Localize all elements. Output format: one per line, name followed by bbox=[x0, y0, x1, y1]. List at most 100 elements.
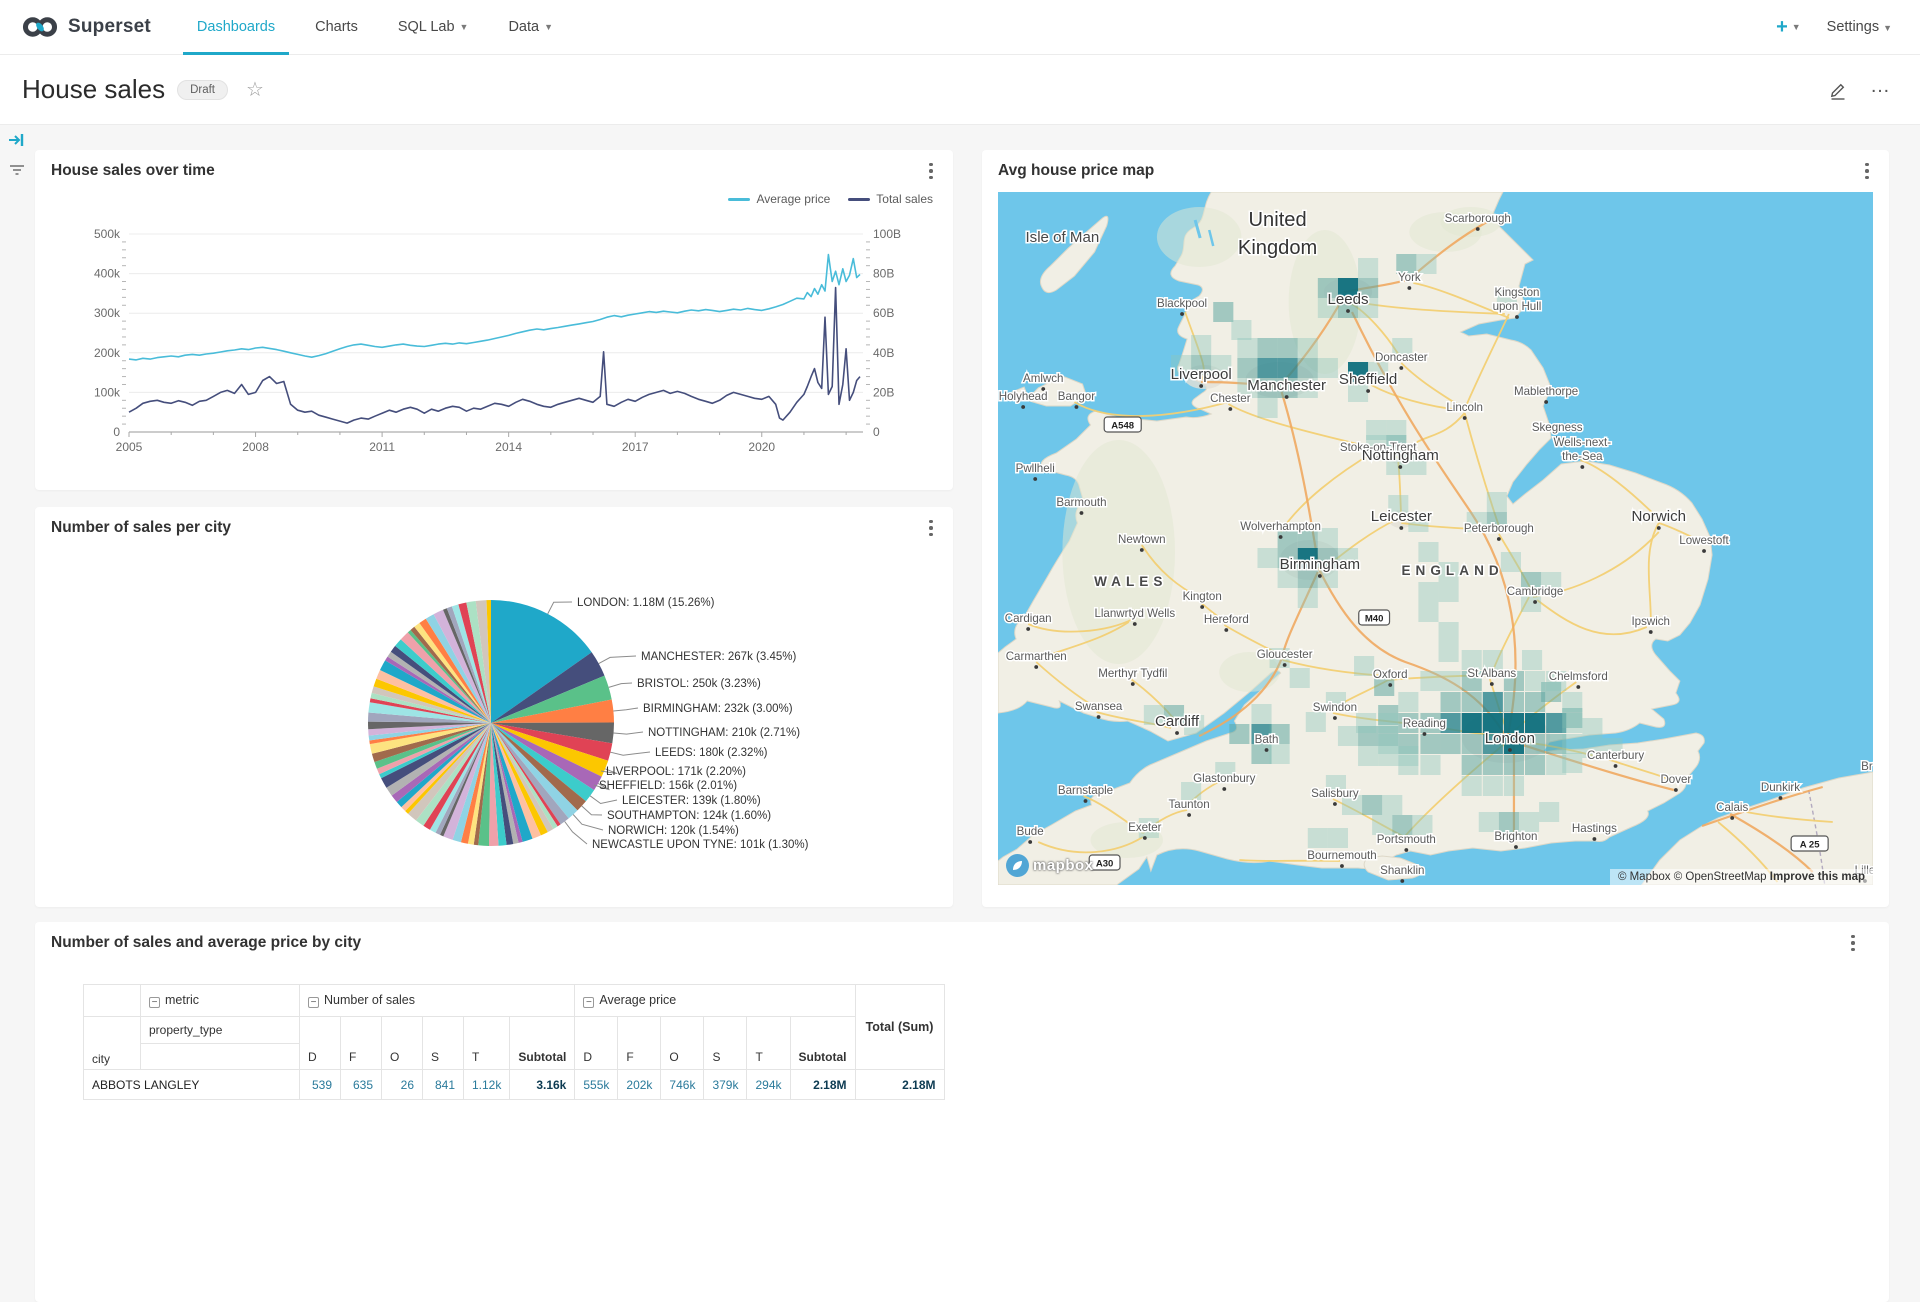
group-header-number-of-sales[interactable]: −Number of sales bbox=[300, 985, 575, 1017]
heat-cell[interactable] bbox=[1412, 815, 1432, 835]
heat-cell[interactable] bbox=[1378, 746, 1398, 766]
heat-cell[interactable] bbox=[1278, 358, 1298, 378]
expand-filters-icon[interactable] bbox=[0, 125, 34, 155]
heat-cell[interactable] bbox=[1462, 713, 1482, 733]
nav-item-charts[interactable]: Charts bbox=[295, 0, 378, 55]
improve-map-link[interactable]: Improve this map bbox=[1770, 871, 1865, 883]
nav-item-data[interactable]: Data▼ bbox=[488, 0, 573, 55]
heat-cell[interactable] bbox=[1483, 755, 1503, 775]
heat-cell[interactable] bbox=[1308, 828, 1328, 848]
pivot-table[interactable]: −metric−Number of sales−Average priceTot… bbox=[83, 984, 945, 1100]
heat-cell[interactable] bbox=[1257, 358, 1277, 378]
heat-cell[interactable] bbox=[1237, 338, 1257, 358]
series-total-sales[interactable] bbox=[129, 288, 860, 424]
heat-cell[interactable] bbox=[1501, 552, 1521, 572]
heat-cell[interactable] bbox=[1479, 812, 1499, 832]
heat-cell[interactable] bbox=[1382, 795, 1402, 815]
heat-cell[interactable] bbox=[1251, 704, 1271, 724]
heat-cell[interactable] bbox=[1231, 320, 1251, 340]
heat-cell[interactable] bbox=[1257, 398, 1277, 418]
heat-cell[interactable] bbox=[1213, 302, 1233, 322]
heat-cell[interactable] bbox=[1504, 692, 1524, 712]
heat-cell[interactable] bbox=[1392, 815, 1412, 835]
heat-cell[interactable] bbox=[1298, 358, 1318, 378]
heat-cell[interactable] bbox=[1237, 358, 1257, 378]
chart-menu-kebab-icon[interactable] bbox=[1857, 160, 1877, 182]
metric-header[interactable]: −metric bbox=[141, 985, 300, 1017]
heat-cell[interactable] bbox=[1318, 358, 1338, 378]
heat-cell[interactable] bbox=[1562, 753, 1582, 773]
new-item-button[interactable]: +▼ bbox=[1776, 16, 1801, 39]
heat-cell[interactable] bbox=[1519, 812, 1539, 832]
heat-cell[interactable] bbox=[1418, 582, 1438, 602]
heat-cell[interactable] bbox=[1439, 622, 1459, 642]
nav-item-dashboards[interactable]: Dashboards bbox=[177, 0, 295, 55]
more-actions-icon[interactable]: … bbox=[1870, 81, 1892, 99]
heat-cell[interactable] bbox=[1398, 692, 1418, 712]
chart-menu-kebab-icon[interactable] bbox=[921, 160, 941, 182]
heat-cell[interactable] bbox=[1338, 726, 1358, 746]
heat-cell[interactable] bbox=[1582, 718, 1602, 738]
heat-cell[interactable] bbox=[1191, 335, 1211, 355]
uk-heat-map[interactable]: A548M40A30A 25UnitedKingdomIsle of ManSc… bbox=[998, 192, 1873, 885]
heat-cell[interactable] bbox=[1354, 656, 1374, 676]
heat-cell[interactable] bbox=[1539, 802, 1559, 822]
heat-cell[interactable] bbox=[1462, 650, 1482, 670]
heat-cell[interactable] bbox=[1398, 746, 1418, 766]
heat-cell[interactable] bbox=[1298, 338, 1318, 358]
series-average-price[interactable] bbox=[129, 255, 860, 360]
heat-cell[interactable] bbox=[1462, 692, 1482, 712]
heat-cell[interactable] bbox=[1504, 776, 1524, 796]
heat-cell[interactable] bbox=[1439, 642, 1459, 662]
heat-cell[interactable] bbox=[1416, 254, 1436, 274]
chart-menu-kebab-icon[interactable] bbox=[921, 517, 941, 539]
heat-cell[interactable] bbox=[1499, 812, 1519, 832]
heat-cell[interactable] bbox=[1562, 713, 1582, 733]
pivot-table-element[interactable]: −metric−Number of sales−Average priceTot… bbox=[83, 984, 945, 1100]
heat-cell[interactable] bbox=[1441, 692, 1461, 712]
heat-cell[interactable] bbox=[1441, 671, 1461, 691]
heat-cell[interactable] bbox=[1229, 724, 1249, 744]
heat-cell[interactable] bbox=[1562, 734, 1582, 754]
nav-item-sql-lab[interactable]: SQL Lab▼ bbox=[378, 0, 489, 55]
heat-cell[interactable] bbox=[1298, 588, 1318, 608]
superset-logo[interactable]: Superset bbox=[0, 15, 177, 39]
heat-cell[interactable] bbox=[1418, 542, 1438, 562]
heat-cell[interactable] bbox=[1462, 755, 1482, 775]
heat-cell[interactable] bbox=[1386, 420, 1406, 440]
heat-cell[interactable] bbox=[1483, 776, 1503, 796]
heat-cell[interactable] bbox=[1522, 650, 1542, 670]
heat-cell[interactable] bbox=[1328, 828, 1348, 848]
chart-menu-kebab-icon[interactable] bbox=[1843, 932, 1863, 954]
heat-cell[interactable] bbox=[1504, 755, 1524, 775]
heat-cell[interactable] bbox=[1378, 713, 1398, 733]
mapbox-logo[interactable]: mapbox bbox=[1006, 854, 1094, 877]
group-header-average-price[interactable]: −Average price bbox=[575, 985, 855, 1017]
heat-cell[interactable] bbox=[1525, 671, 1545, 691]
heat-cell[interactable] bbox=[1562, 692, 1582, 712]
heat-cell[interactable] bbox=[1462, 776, 1482, 796]
heat-cell[interactable] bbox=[1270, 744, 1290, 764]
heat-cell[interactable] bbox=[1420, 755, 1440, 775]
favorite-star-icon[interactable]: ☆ bbox=[246, 77, 264, 102]
table-row[interactable]: ABBOTS LANGLEY539635268411.12k3.16k555k2… bbox=[84, 1070, 945, 1100]
heat-cell[interactable] bbox=[1257, 548, 1277, 568]
heat-cell[interactable] bbox=[1420, 671, 1440, 691]
attribution-text[interactable]: © Mapbox © OpenStreetMap bbox=[1618, 871, 1767, 883]
filter-lines-icon[interactable] bbox=[0, 155, 34, 185]
heat-cell[interactable] bbox=[1278, 338, 1298, 358]
edit-pencil-icon[interactable] bbox=[1828, 80, 1848, 100]
collapse-icon[interactable]: − bbox=[149, 997, 160, 1008]
heat-cell[interactable] bbox=[1483, 650, 1503, 670]
heat-cell[interactable] bbox=[1439, 582, 1459, 602]
heat-cell[interactable] bbox=[1487, 492, 1507, 512]
collapse-icon[interactable]: − bbox=[308, 997, 319, 1008]
pie-chart[interactable]: LONDON: 1.18M (15.26%)MANCHESTER: 267k (… bbox=[51, 543, 937, 898]
heat-cell[interactable] bbox=[1257, 338, 1277, 358]
heat-cell[interactable] bbox=[1418, 602, 1438, 622]
heat-cell[interactable] bbox=[1483, 692, 1503, 712]
heat-cell[interactable] bbox=[1441, 734, 1461, 754]
heat-cell[interactable] bbox=[1290, 668, 1310, 688]
heat-cell[interactable] bbox=[1420, 734, 1440, 754]
collapse-icon[interactable]: − bbox=[583, 997, 594, 1008]
